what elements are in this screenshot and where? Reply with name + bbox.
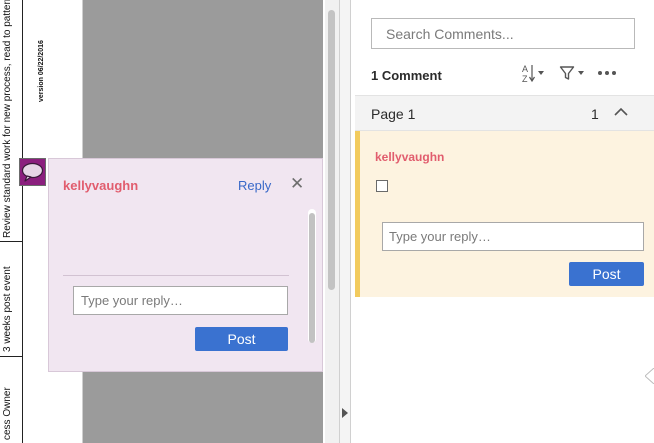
- popup-author-name: kellyvaughn: [63, 178, 139, 193]
- comment-reply-input[interactable]: [382, 222, 644, 251]
- popup-post-button[interactable]: Post: [195, 327, 288, 351]
- popup-reply-link[interactable]: Reply: [238, 178, 271, 193]
- sticky-note-icon[interactable]: [19, 158, 46, 186]
- svg-text:A: A: [522, 64, 528, 74]
- task-cell-text: Review standard work for new process, re…: [2, 0, 13, 238]
- sort-az-icon: A Z: [522, 64, 535, 83]
- page-group-header[interactable]: Page 1 1: [355, 95, 654, 131]
- pdf-viewer-window: Review standard work for new process, re…: [0, 0, 654, 443]
- timing-cell-text: 3 weeks post event: [2, 266, 13, 352]
- chevron-up-icon[interactable]: [613, 105, 629, 119]
- chevron-down-icon: [538, 71, 544, 75]
- comment-popup: kellyvaughn Reply ✕ Post: [48, 158, 323, 372]
- comments-panel: 1 Comment A Z Page 1 1: [351, 0, 654, 443]
- table-column-border: [22, 0, 23, 443]
- chevron-down-icon: [578, 71, 584, 75]
- more-options-button[interactable]: [597, 62, 617, 84]
- more-options-icon: [598, 71, 616, 75]
- resize-corner-icon: [645, 368, 654, 384]
- sort-button[interactable]: A Z: [521, 62, 544, 84]
- popup-reply-input[interactable]: [73, 286, 288, 315]
- divider: [63, 275, 289, 276]
- table-row-border: [0, 241, 22, 242]
- version-text: version 06/22/2016: [38, 40, 45, 102]
- comment-count: 1 Comment: [371, 68, 442, 83]
- filter-button[interactable]: [559, 62, 584, 84]
- document-scrollbar-thumb[interactable]: [328, 10, 335, 290]
- popup-scrollbar-thumb[interactable]: [309, 213, 315, 343]
- comment-checkbox[interactable]: [376, 180, 388, 192]
- owner-cell-text: cess Owner: [2, 387, 13, 440]
- page-comment-count: 1: [591, 106, 599, 122]
- filter-icon: [559, 66, 575, 80]
- page-label: Page 1: [371, 106, 416, 122]
- search-comments-input[interactable]: [371, 18, 635, 49]
- panel-splitter[interactable]: [339, 0, 351, 443]
- table-row-border: [0, 356, 22, 357]
- comment-post-button[interactable]: Post: [569, 262, 644, 286]
- svg-text:Z: Z: [522, 74, 528, 83]
- close-icon[interactable]: ✕: [290, 175, 304, 192]
- comment-card[interactable]: kellyvaughn Post: [355, 131, 654, 297]
- collapse-panel-icon[interactable]: [342, 408, 348, 418]
- comment-author-name: kellyvaughn: [375, 150, 445, 164]
